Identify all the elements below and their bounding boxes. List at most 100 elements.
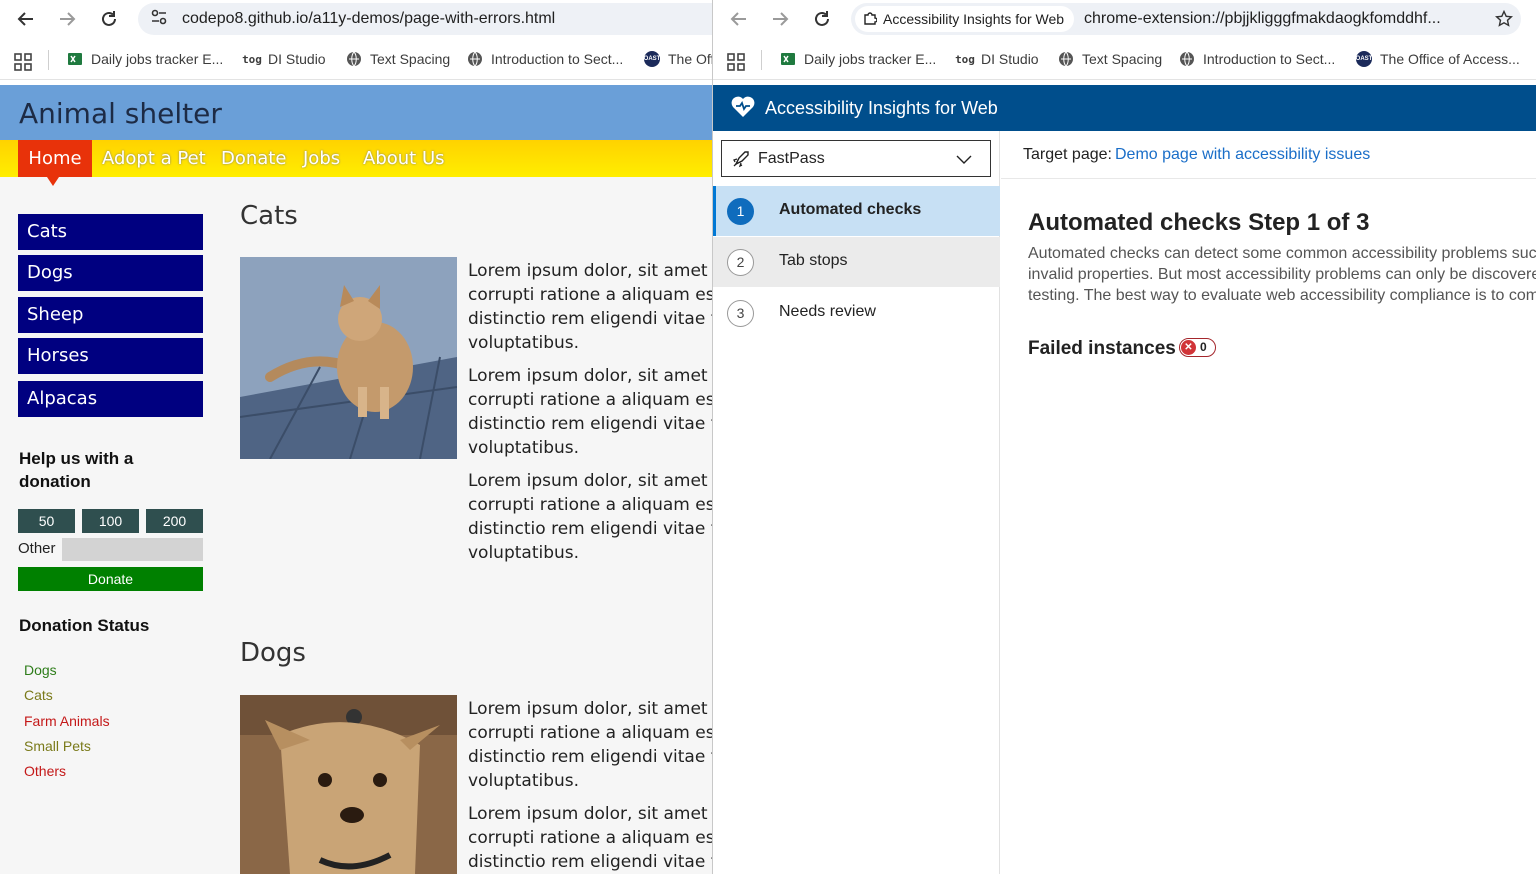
insights-main: Target page: Demo page with accessibilit… [1001, 131, 1536, 874]
apps-grid-icon[interactable] [14, 53, 32, 76]
extension-chip[interactable]: Accessibility Insights for Web [855, 6, 1075, 32]
step-number: 3 [727, 300, 754, 327]
status-item-cats: Cats [24, 687, 53, 703]
insights-left-nav: FastPass 1 Automated checks 2 Tab stops … [713, 131, 1000, 874]
address-bar[interactable]: Accessibility Insights for Web chrome-ex… [851, 3, 1521, 35]
bookmarks-divider [48, 50, 49, 70]
bookmarks-bar: Daily jobs tracker E... tog DI Studio Te… [0, 42, 712, 80]
oast-icon: OAST [644, 51, 660, 67]
mode-dropdown[interactable]: FastPass [721, 140, 991, 177]
reload-button[interactable] [810, 7, 834, 31]
site-info-icon[interactable] [150, 8, 168, 31]
step-description: Automated checks can detect some common … [1028, 245, 1536, 304]
failed-instances-heading: Failed instances [1028, 338, 1176, 359]
bookmark-intro-sect[interactable]: Introduction to Sect... [1179, 51, 1335, 67]
reload-button[interactable] [97, 7, 121, 31]
animal-link-dogs[interactable]: Dogs [18, 255, 203, 291]
address-bar[interactable]: codepo8.github.io/a11y-demos/page-with-e… [138, 3, 712, 35]
status-item-farm-animals: Farm Animals [24, 713, 110, 729]
tog-icon: tog [955, 52, 975, 66]
dogs-paragraph-2: Lorem ipsum dolor, sit amet c corrupti r… [468, 804, 712, 872]
back-button[interactable] [14, 7, 38, 31]
nav-donate[interactable]: Donate [221, 140, 286, 177]
reload-icon [815, 11, 829, 26]
failed-count: 0 [1200, 340, 1207, 354]
nav-home[interactable]: Home [18, 140, 92, 177]
url-text: codepo8.github.io/a11y-demos/page-with-e… [182, 10, 556, 27]
back-button[interactable] [727, 7, 751, 31]
browser-toolbar: Accessibility Insights for Web chrome-ex… [713, 0, 1536, 38]
step-number: 2 [727, 249, 754, 276]
site-title: Animal shelter [19, 97, 222, 130]
target-page-link[interactable]: Demo page with accessibility issues [1115, 146, 1370, 164]
bookmark-di-studio[interactable]: tog DI Studio [955, 51, 1039, 67]
dog-photo [240, 695, 457, 874]
bookmarks-divider [761, 50, 762, 70]
animal-link-cats[interactable]: Cats [18, 214, 203, 250]
donation-status-heading: Donation Status [19, 616, 150, 635]
animal-link-sheep[interactable]: Sheep [18, 297, 203, 333]
animal-link-horses[interactable]: Horses [18, 338, 203, 374]
insights-header: Accessibility Insights for Web [713, 85, 1536, 131]
bookmark-daily-jobs[interactable]: Daily jobs tracker E... [780, 51, 936, 67]
target-page-label: Target page: [1023, 146, 1112, 163]
forward-arrow-icon [773, 12, 789, 26]
step-needs-review[interactable]: 3 Needs review [713, 288, 1000, 338]
bookmark-intro-sect[interactable]: Introduction to Sect... [467, 51, 623, 67]
section-heading-cats: Cats [240, 201, 298, 231]
step-label: Needs review [779, 303, 876, 320]
selected-step-indicator [713, 186, 716, 236]
bookmark-star-icon[interactable] [1494, 9, 1514, 33]
cats-paragraph-2: Lorem ipsum dolor, sit amet c corrupti r… [468, 366, 712, 458]
excel-icon [67, 51, 83, 67]
target-page-row: Target page: Demo page with accessibilit… [1001, 131, 1536, 179]
nav-about[interactable]: About Us [363, 140, 445, 177]
bookmark-text-spacing[interactable]: Text Spacing [346, 51, 450, 67]
chevron-down-icon [956, 152, 972, 170]
forward-arrow-icon [60, 12, 76, 26]
step-label: Automated checks [779, 201, 922, 218]
globe-icon [1179, 51, 1195, 67]
step-tab-stops[interactable]: 2 Tab stops [713, 237, 1000, 287]
nav-jobs[interactable]: Jobs [303, 140, 340, 177]
bookmark-di-studio[interactable]: tog DI Studio [242, 51, 326, 67]
rocket-icon [732, 150, 750, 173]
cats-paragraph-1: Lorem ipsum dolor, sit amet c corrupti r… [468, 261, 712, 353]
globe-icon [467, 51, 483, 67]
amount-button-200[interactable]: 200 [146, 509, 203, 533]
puzzle-icon [863, 11, 878, 28]
browser-toolbar: codepo8.github.io/a11y-demos/page-with-e… [0, 0, 712, 38]
amount-button-100[interactable]: 100 [82, 509, 139, 533]
animal-link-alpacas[interactable]: Alpacas [18, 381, 203, 417]
status-item-dogs: Dogs [24, 662, 57, 678]
amount-button-50[interactable]: 50 [18, 509, 75, 533]
cats-paragraph-3: Lorem ipsum dolor, sit amet c corrupti r… [468, 471, 712, 563]
left-browser-window: codepo8.github.io/a11y-demos/page-with-e… [0, 0, 712, 874]
status-item-others: Others [24, 763, 67, 779]
bookmarks-bar: Daily jobs tracker E... tog DI Studio Te… [713, 42, 1536, 80]
bookmark-daily-jobs[interactable]: Daily jobs tracker E... [67, 51, 223, 67]
site-navigation: Home Adopt a Pet Donate Jobs About Us [0, 140, 712, 177]
other-amount-label: Other [18, 540, 56, 557]
failed-count-badge: ✕ 0 [1179, 338, 1216, 357]
back-arrow-icon [730, 12, 746, 26]
nav-adopt[interactable]: Adopt a Pet [102, 140, 206, 177]
forward-button[interactable] [768, 7, 792, 31]
insights-title: Accessibility Insights for Web [765, 98, 998, 118]
forward-button[interactable] [55, 7, 79, 31]
globe-icon [346, 51, 362, 67]
other-amount-input[interactable] [62, 538, 203, 561]
bookmark-office[interactable]: OAST The Off [644, 51, 712, 67]
donate-button[interactable]: Donate [18, 567, 203, 591]
heart-logo-icon [730, 95, 756, 124]
active-nav-indicator [47, 177, 59, 186]
bookmark-text-spacing[interactable]: Text Spacing [1058, 51, 1162, 67]
step-automated-checks[interactable]: 1 Automated checks [713, 186, 1000, 236]
bookmark-office[interactable]: OAST The Office of Access... [1356, 51, 1520, 67]
section-heading-dogs: Dogs [240, 638, 306, 668]
apps-grid-icon[interactable] [727, 53, 745, 76]
web-page: Animal shelter Home Adopt a Pet Donate J… [0, 85, 712, 874]
right-browser-window: Accessibility Insights for Web chrome-ex… [713, 0, 1536, 874]
dogs-paragraph-1: Lorem ipsum dolor, sit amet c corrupti r… [468, 699, 712, 791]
tog-icon: tog [242, 52, 262, 66]
